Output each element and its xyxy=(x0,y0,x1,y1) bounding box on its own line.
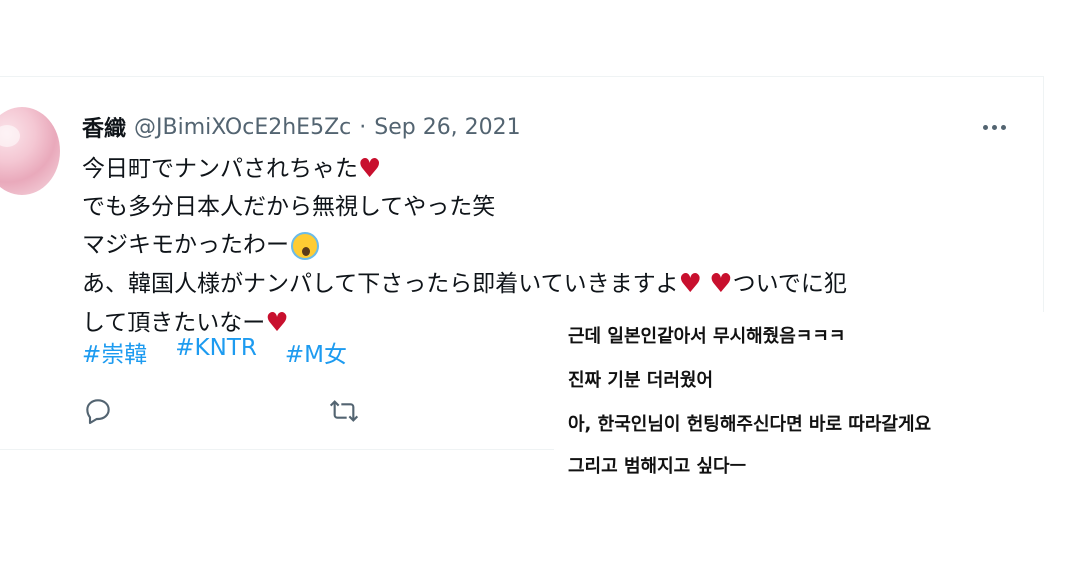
translation-line: 근데 일본인같아서 무시해줬음ㅋㅋㅋ xyxy=(568,326,846,347)
tweet-line-text: マジキモかったわー xyxy=(82,232,289,258)
translation-line: 아, 한국인님이 헌팅해주신다면 바로 따라갈게요 xyxy=(568,414,932,435)
retweet-button[interactable] xyxy=(328,395,574,427)
retweet-icon xyxy=(329,400,359,422)
separator-dot: · xyxy=(359,114,367,140)
tweet-line-text: あ、韓国人様がナンパして下さったら即着いていきますよ xyxy=(82,271,679,297)
tweet-header: 香織 @JBimiXOcE2hE5Zc · Sep 26, 2021 xyxy=(82,111,521,143)
tweet-line-text: して頂きたいなー xyxy=(82,310,266,336)
tweet-line: でも多分日本人だから無視してやった笑 xyxy=(82,188,1032,226)
tweet-line: マジキモかったわー xyxy=(82,226,1032,264)
tweet-line-text: でも多分日本人だから無視してやった笑 xyxy=(82,194,496,220)
translation-line: 그리고 범해지고 싶다ㅡ xyxy=(568,456,747,477)
avatar[interactable] xyxy=(0,107,60,195)
heart-icon: ♥ xyxy=(709,269,733,299)
hashtag-link[interactable]: #M女 xyxy=(285,335,347,369)
hashtag-link[interactable]: #崇韓 xyxy=(82,335,147,369)
tweet-line-text: ついでに犯 xyxy=(732,271,847,297)
user-handle[interactable]: @JBimiXOcE2hE5Zc xyxy=(134,115,351,140)
hashtag-link[interactable]: #KNTR xyxy=(175,335,257,369)
display-name[interactable]: 香織 xyxy=(82,111,126,143)
translation-overlay: 근데 일본인같아서 무시해줬음ㅋㅋㅋ 진짜 기분 더러웠어 아, 한국인님이 헌… xyxy=(554,312,1080,490)
tweet-line: あ、韓国人様がナンパして下さったら即着いていきますよ♥ ♥ついでに犯 xyxy=(82,264,1032,303)
heart-icon: ♥ xyxy=(678,269,702,299)
hashtag-list: #崇韓 #KNTR #M女 xyxy=(82,335,347,369)
tweet-line-text: 今日町でナンパされちゃた xyxy=(82,156,358,182)
tweet-line: 今日町でナンパされちゃた♥ xyxy=(82,149,1032,188)
reply-icon xyxy=(86,399,110,425)
heart-icon: ♥ xyxy=(358,154,382,184)
reply-button[interactable] xyxy=(82,395,328,427)
more-options-icon[interactable] xyxy=(976,113,1012,141)
screaming-face-icon xyxy=(291,231,319,260)
tweet-date[interactable]: Sep 26, 2021 xyxy=(374,115,520,140)
tweet-actions xyxy=(82,395,574,427)
translation-line: 진짜 기분 더러웠어 xyxy=(568,370,714,391)
